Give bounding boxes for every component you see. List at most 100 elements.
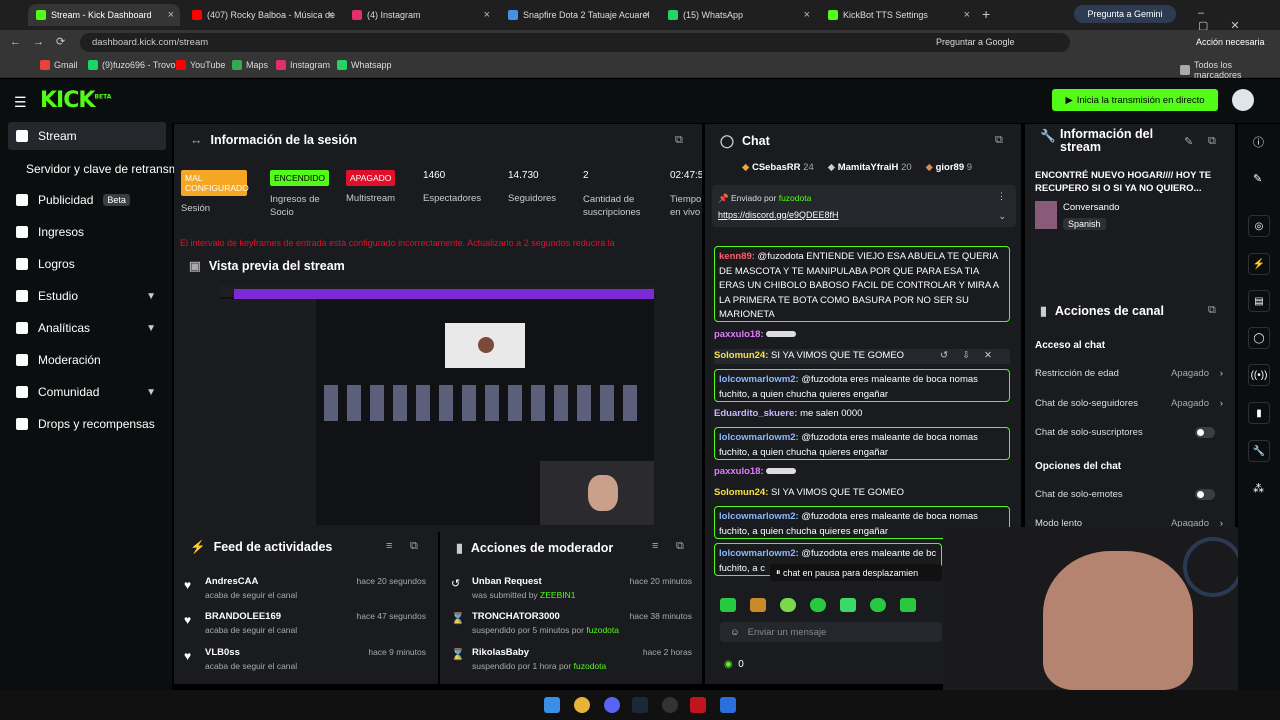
discord-icon[interactable] xyxy=(604,697,620,713)
sidebar-item-analytics[interactable]: Analíticas ▼ xyxy=(8,314,166,342)
chat-message[interactable]: Solomun24: SI YA VIMOS QUE TE GOMEO ↺⇩✕ xyxy=(714,349,1010,364)
shield-icon[interactable]: ▮ xyxy=(1248,402,1270,424)
popout-icon[interactable]: ⧉ xyxy=(410,540,418,553)
bookmark-gmail[interactable]: Gmail xyxy=(40,60,78,70)
pencil-icon[interactable]: ✎ xyxy=(1253,172,1262,185)
leader-item[interactable]: ◆ gior89 9 xyxy=(926,162,972,173)
setting-subs-only[interactable]: Chat de solo-suscriptores xyxy=(1035,427,1225,438)
bolt-icon[interactable]: ⚡ xyxy=(1248,253,1270,275)
tab-kick-dashboard[interactable]: Stream - Kick Dashboard × xyxy=(28,4,180,26)
sidebar-item-server-key[interactable]: Servidor y clave de retransmisión xyxy=(8,155,174,183)
chat-user[interactable]: paxxulo18: xyxy=(714,466,764,477)
chrome-icon[interactable] xyxy=(574,697,590,713)
chat-message[interactable]: lolcowmarlowm2: @fuzodota eres maleante … xyxy=(714,427,1010,460)
apps-icon[interactable]: ⁂ xyxy=(1253,482,1264,495)
gemini-button[interactable]: Pregunta a Gemini xyxy=(1074,5,1176,23)
sidebar-item-stream[interactable]: Stream xyxy=(8,122,166,150)
chat-user[interactable]: lolcowmarlowm2: xyxy=(719,548,799,559)
tab-snapfire[interactable]: Snapfire Dota 2 Tatuaje Acuarel × xyxy=(500,4,656,26)
setting-followers-only[interactable]: Chat de solo-seguidores Apagado › xyxy=(1035,398,1225,409)
avatar[interactable] xyxy=(1232,89,1254,111)
window-controls[interactable]: –▢✕ xyxy=(1198,7,1280,32)
filter-icon[interactable]: ≡ xyxy=(386,540,392,552)
tab-kickbot[interactable]: KickBot TTS Settings × xyxy=(820,4,976,26)
more-icon[interactable]: ⋮ xyxy=(997,191,1006,202)
pinned-link[interactable]: https://discord.gg/e9QDEE8fH xyxy=(718,210,839,220)
address-bar[interactable]: dashboard.kick.com/stream Preguntar a Go… xyxy=(80,33,1070,52)
bookmark-trovo[interactable]: (9)fuzo696 - Trovo xyxy=(88,60,176,70)
chat-message[interactable]: kenn89: @fuzodota ENTIENDE VIEJO ESA ABU… xyxy=(714,246,1010,322)
kick-logo[interactable]: KICKBETA xyxy=(40,88,111,113)
sidebar-item-ads[interactable]: Publicidad Beta xyxy=(8,186,166,214)
setting-emotes-only[interactable]: Chat de solo-emotes xyxy=(1035,489,1225,500)
chat-message[interactable]: lolcowmarlowm2: @fuzodota eres maleante … xyxy=(714,369,1010,402)
stream-preview-video[interactable] xyxy=(220,285,654,525)
chat-user[interactable]: lolcowmarlowm2: xyxy=(719,374,799,385)
subs-only-toggle[interactable] xyxy=(1195,427,1215,438)
chat-user[interactable]: kenn89: xyxy=(719,251,755,262)
wrench-icon[interactable]: 🔧 xyxy=(1248,440,1270,462)
action-needed-button[interactable]: Acción necesaria xyxy=(1196,37,1265,47)
emote-icon[interactable] xyxy=(750,598,766,612)
notepad-icon[interactable] xyxy=(720,697,736,713)
tab-instagram[interactable]: (4) Instagram × xyxy=(344,4,496,26)
emotes-only-toggle[interactable] xyxy=(1195,489,1215,500)
sidebar-item-moderation[interactable]: Moderación xyxy=(8,346,166,374)
setting-age-restriction[interactable]: Restricción de edad Apagado › xyxy=(1035,368,1225,379)
chat-input[interactable]: ☺ Enviar un mensaje xyxy=(720,622,942,642)
chat-user[interactable]: lolcowmarlowm2: xyxy=(719,432,799,443)
popout-icon[interactable]: ⧉ xyxy=(676,540,684,553)
chat-user[interactable]: Eduardito_skuere: xyxy=(714,408,797,419)
bookmark-whatsapp[interactable]: Whatsapp xyxy=(337,60,392,70)
sidebar-item-drops[interactable]: Drops y recompensas xyxy=(8,410,166,438)
ask-google-button[interactable]: Preguntar a Google xyxy=(936,37,1015,47)
emote-icon[interactable] xyxy=(810,598,826,612)
popout-icon[interactable]: ⧉ xyxy=(1208,135,1216,148)
chat-message[interactable]: paxxulo18: xyxy=(714,328,1010,343)
chat-message[interactable]: Solomun24: SI YA VIMOS QUE TE GOMEO xyxy=(714,486,1010,501)
category-label[interactable]: Conversando xyxy=(1063,202,1120,213)
emote-icon[interactable] xyxy=(900,598,916,612)
popout-icon[interactable]: ⧉ xyxy=(1208,304,1216,317)
bookmark-instagram[interactable]: Instagram xyxy=(276,60,330,70)
close-icon[interactable]: × xyxy=(644,9,650,21)
emote-icon[interactable] xyxy=(780,598,796,612)
info-icon[interactable]: ⓘ xyxy=(1253,134,1264,150)
emote-icon[interactable] xyxy=(870,598,886,612)
bookmark-youtube[interactable]: YouTube xyxy=(176,60,225,70)
sidebar-item-community[interactable]: Comunidad ▼ xyxy=(8,378,166,406)
close-icon[interactable]: × xyxy=(964,9,970,21)
all-bookmarks[interactable]: Todos los marcadores xyxy=(1180,60,1280,80)
dota-icon[interactable] xyxy=(690,697,706,713)
steam-icon[interactable] xyxy=(632,697,648,713)
emote-icon[interactable] xyxy=(840,598,856,612)
tab-youtube[interactable]: (407) Rocky Balboa - Música de × xyxy=(184,4,340,26)
chat-user[interactable]: lolcowmarlowm2: xyxy=(719,511,799,522)
hamburger-menu-icon[interactable]: ☰ xyxy=(14,94,27,111)
tab-whatsapp[interactable]: (15) WhatsApp × xyxy=(660,4,816,26)
close-icon[interactable]: × xyxy=(168,9,174,21)
message-actions[interactable]: ↺⇩✕ xyxy=(940,349,1006,364)
close-icon[interactable]: × xyxy=(484,9,490,21)
emote-icon[interactable] xyxy=(720,598,736,612)
chat-user[interactable]: paxxulo18: xyxy=(714,329,764,340)
close-icon[interactable]: × xyxy=(328,9,334,21)
chat-user[interactable]: Solomun24: xyxy=(714,487,768,498)
document-icon[interactable]: ▤ xyxy=(1248,290,1270,312)
edit-icon[interactable]: ✎ xyxy=(1184,135,1193,148)
sidebar-item-studio[interactable]: Estudio ▼ xyxy=(8,282,166,310)
chevron-down-icon[interactable]: ⌄ xyxy=(998,211,1006,222)
go-live-button[interactable]: ▶ Inicia la transmisión en directo xyxy=(1052,89,1218,111)
bookmark-maps[interactable]: Maps xyxy=(232,60,268,70)
close-icon[interactable]: × xyxy=(804,9,810,21)
popout-icon[interactable]: ⧉ xyxy=(675,134,683,147)
pinned-message[interactable]: 📌 Enviado por fuzodota https://discord.g… xyxy=(712,185,1016,227)
chat-bubble-icon[interactable]: ◯ xyxy=(1248,327,1270,349)
sidebar-item-income[interactable]: Ingresos xyxy=(8,218,166,246)
sidebar-item-achievements[interactable]: Logros xyxy=(8,250,166,278)
chat-paused-button[interactable]: ⏸ chat en pausa para desplazamien xyxy=(770,564,942,581)
filter-icon[interactable]: ≡ xyxy=(652,540,658,552)
leader-item[interactable]: ◆ MamitaYfraiH 20 xyxy=(828,162,912,173)
new-tab-button[interactable]: + xyxy=(982,6,990,22)
camera-icon[interactable]: ◎ xyxy=(1248,215,1270,237)
